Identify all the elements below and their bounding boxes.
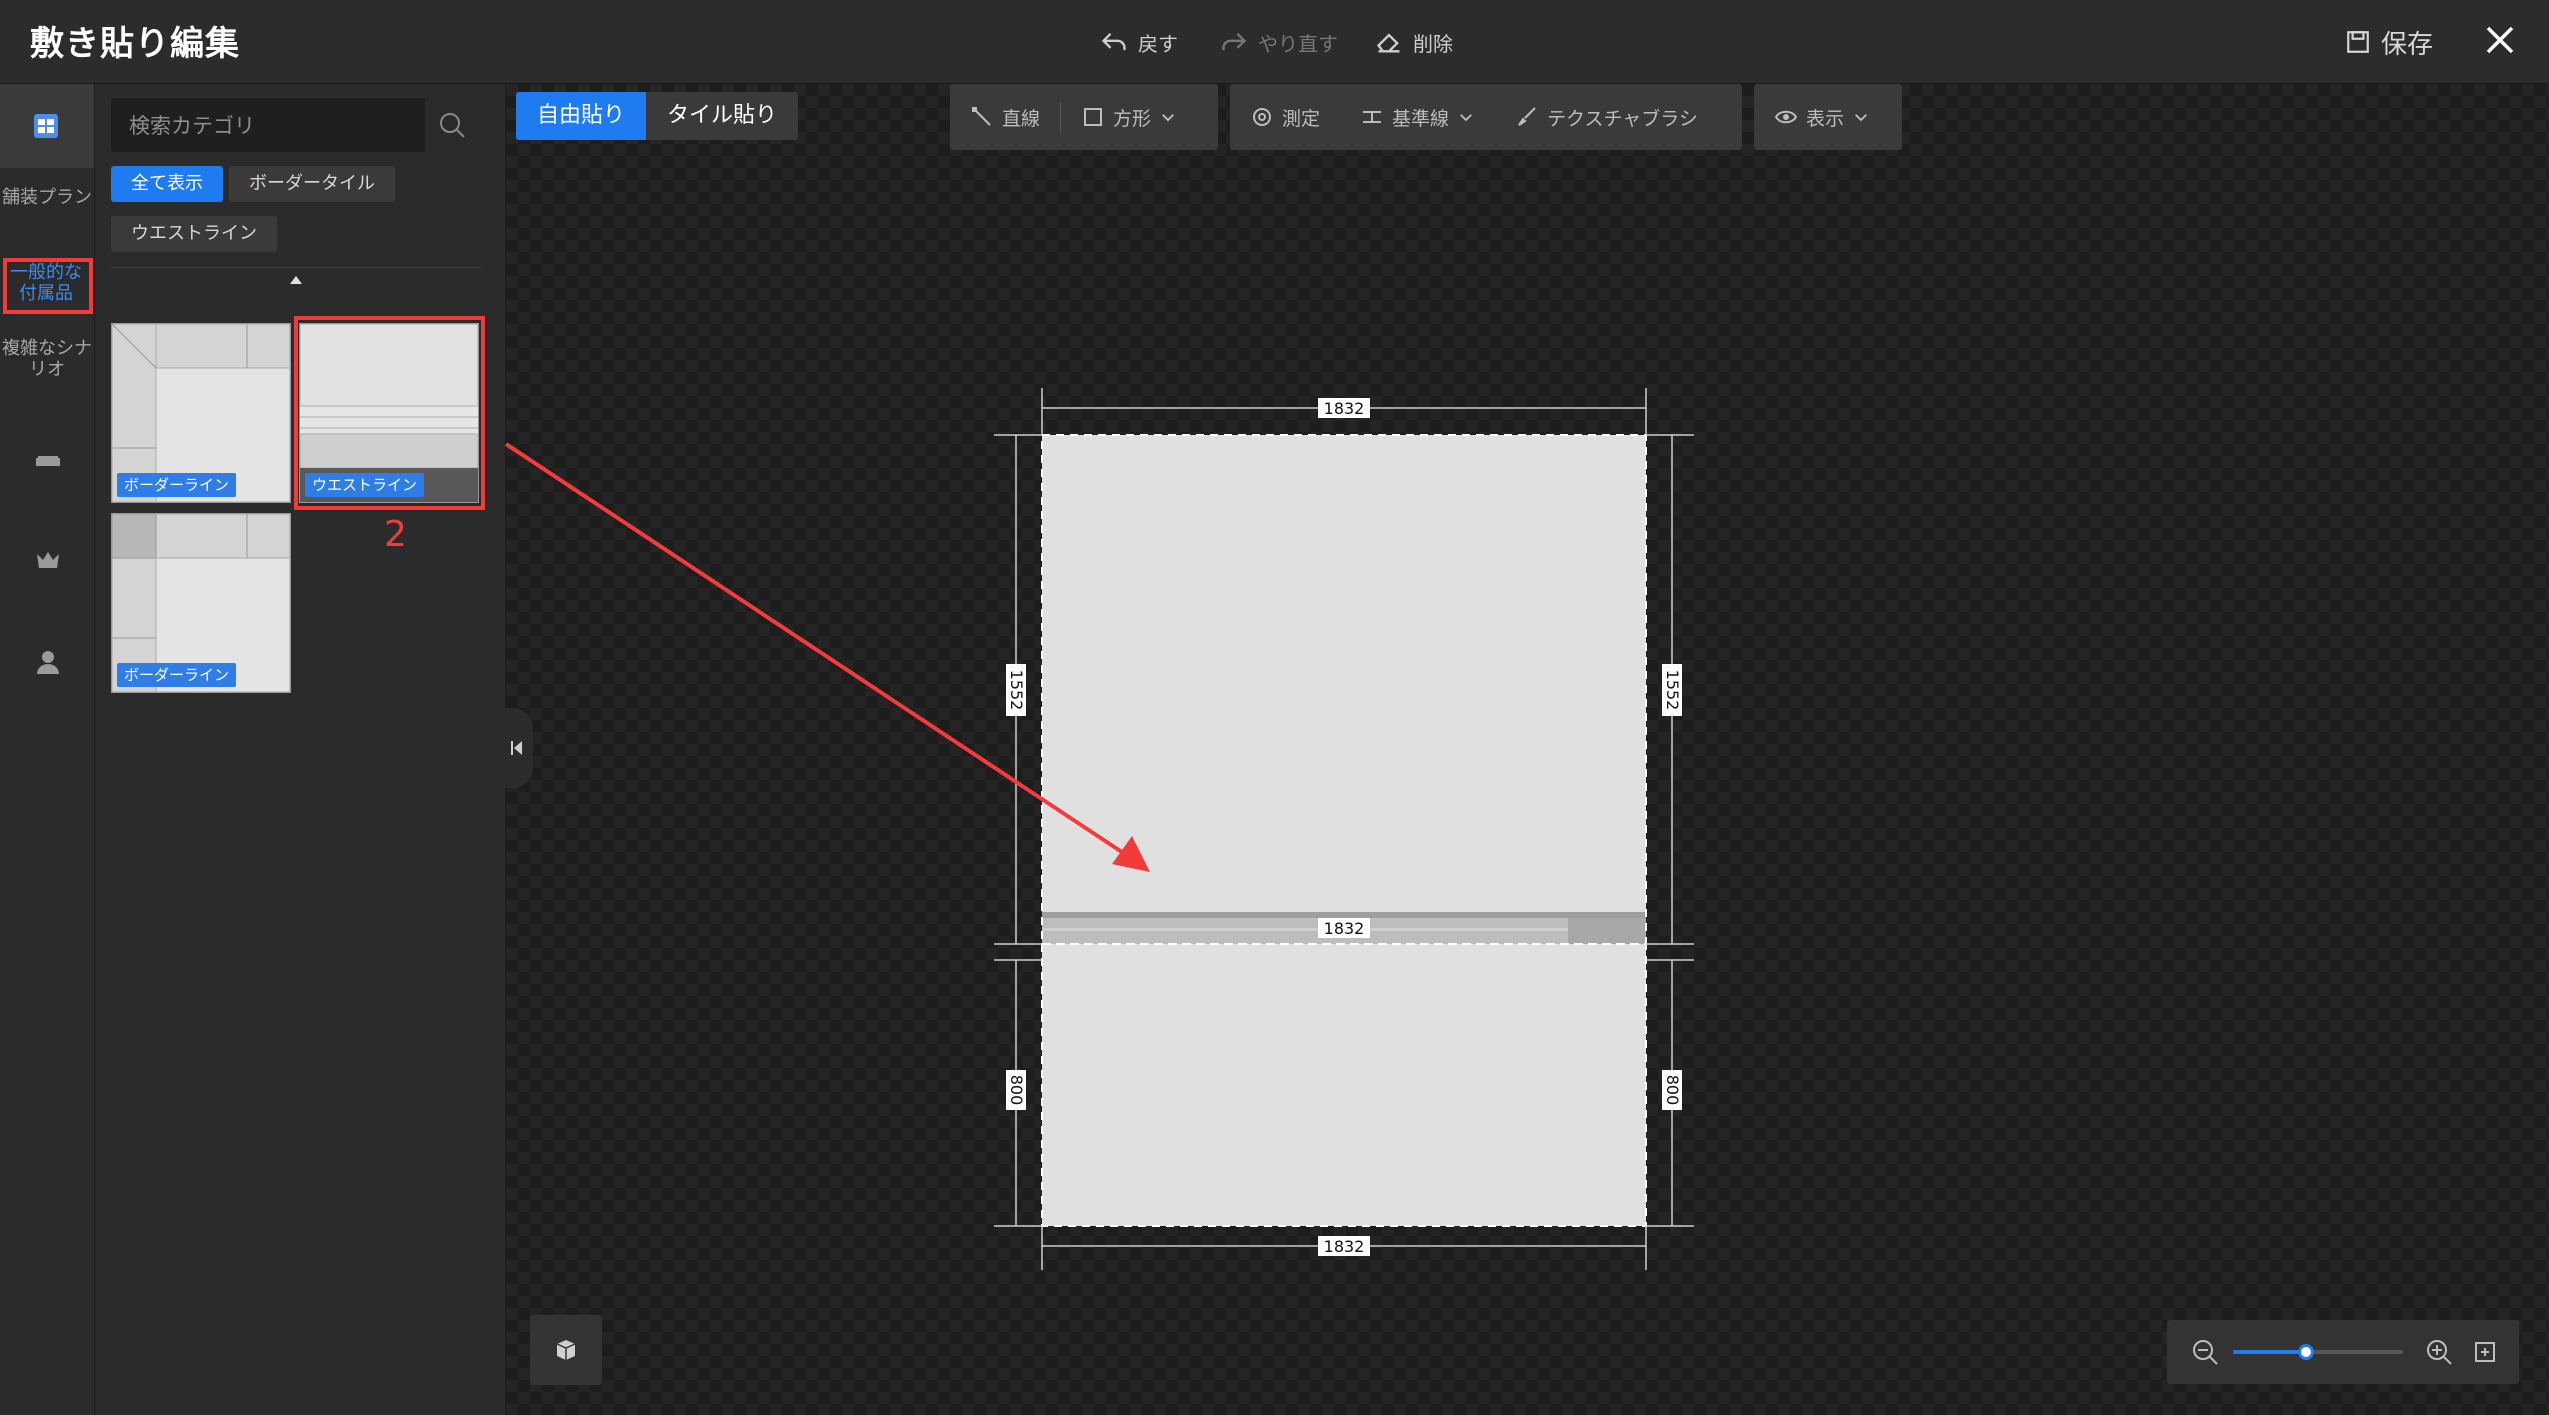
- user-icon[interactable]: [34, 648, 62, 676]
- tab-free-paste[interactable]: 自由貼り: [516, 92, 647, 140]
- measure-icon: [1253, 108, 1271, 126]
- line-tool-label: 直線: [1002, 107, 1041, 130]
- crown-icon[interactable]: [34, 546, 62, 574]
- arrow-shaft: [504, 442, 1142, 866]
- tab-tile-paste[interactable]: タイル貼り: [646, 92, 798, 140]
- search-button[interactable]: [425, 98, 479, 152]
- dim-middle-width: 1832: [1324, 919, 1365, 938]
- dim-upper-right-height: 1552: [1663, 670, 1682, 711]
- delete-button[interactable]: 削除: [1375, 22, 1453, 62]
- dim-lower-right-height: 800: [1663, 1075, 1682, 1106]
- close-button[interactable]: [2478, 18, 2522, 62]
- filter-waistline[interactable]: ウエストライン: [111, 216, 277, 252]
- rectangle-tool-label: 方形: [1113, 107, 1152, 130]
- arrow-head: [1112, 836, 1150, 872]
- thumbnail-border-line-2[interactable]: ボーダーライン: [111, 513, 291, 693]
- thumbnail-label: ボーダーライン: [117, 473, 237, 497]
- undo-button[interactable]: 戻す: [1100, 22, 1178, 62]
- layout-icon: [34, 114, 58, 138]
- eye-icon: [1774, 110, 1798, 124]
- rail-item-paving-plan[interactable]: 舗装プラン: [0, 187, 94, 208]
- zoom-slider[interactable]: [2233, 1344, 2403, 1360]
- chevron-down-icon: [1855, 114, 1867, 122]
- paste-mode-tabs: 自由貼り タイル貼り: [516, 92, 799, 140]
- undo-label: 戻す: [1138, 31, 1178, 56]
- baseline-icon: [1363, 111, 1382, 123]
- chevron-down-icon: [1460, 114, 1472, 122]
- waistline-segment: [1568, 918, 1646, 944]
- chevron-down-icon: [1162, 114, 1174, 122]
- undo-icon: [1101, 33, 1126, 51]
- line-tool[interactable]: 直線: [950, 84, 1060, 150]
- filter-all[interactable]: 全て表示: [111, 166, 223, 202]
- fit-screen-icon[interactable]: [2473, 1340, 2497, 1364]
- delete-label: 削除: [1413, 31, 1453, 56]
- save-icon: [2347, 31, 2369, 53]
- collapse-up-icon[interactable]: [290, 276, 302, 284]
- dim-top-width: 1832: [1324, 399, 1365, 418]
- sofa-icon[interactable]: [34, 446, 62, 474]
- rectangle-tool[interactable]: 方形: [1061, 84, 1197, 150]
- search-input[interactable]: [111, 98, 441, 154]
- brush-icon: [1518, 107, 1536, 126]
- search-box: [111, 98, 479, 154]
- line-icon: [972, 107, 991, 126]
- display-tool[interactable]: 表示: [1754, 84, 1890, 150]
- filter-border-tile[interactable]: ボーダータイル: [229, 166, 395, 202]
- measure-tool[interactable]: 測定: [1230, 84, 1340, 150]
- step-number-2: 2: [384, 514, 407, 555]
- dim-bottom-width: 1832: [1324, 1237, 1365, 1256]
- zoom-slider-fill: [2233, 1350, 2307, 1354]
- zoom-control: [2167, 1320, 2519, 1384]
- guidance-arrow: [504, 442, 1150, 872]
- redo-label: やり直す: [1258, 31, 1338, 56]
- zoom-slider-knob[interactable]: [2298, 1344, 2315, 1360]
- display-tool-label: 表示: [1806, 107, 1845, 130]
- baseline-tool-label: 基準線: [1392, 107, 1450, 130]
- draw-tools-group: 直線 方形: [950, 84, 1218, 150]
- lower-tile-area[interactable]: [1042, 944, 1646, 1226]
- zoom-in-icon[interactable]: [2425, 1338, 2453, 1366]
- thumbnail-border-line-1[interactable]: ボーダーライン: [111, 323, 291, 503]
- search-icon: [440, 113, 465, 138]
- save-label: 保存: [2381, 29, 2434, 60]
- app-title: 敷き貼り編集: [30, 24, 240, 64]
- highlight-box-step1: [3, 258, 93, 314]
- measure-tool-label: 測定: [1282, 107, 1321, 130]
- cube-icon: [556, 1340, 576, 1360]
- panel-divider: [111, 267, 481, 268]
- baseline-tool[interactable]: 基準線: [1340, 84, 1495, 150]
- redo-button[interactable]: やり直す: [1220, 22, 1338, 62]
- close-icon: [2486, 26, 2514, 54]
- highlight-box-step2: [294, 316, 485, 510]
- display-tools-group: 表示: [1754, 84, 1902, 150]
- thumbnail-label: ボーダーライン: [117, 663, 237, 687]
- rail-item-complex-scenario[interactable]: 複雑なシナリオ: [0, 338, 94, 380]
- zoom-out-icon[interactable]: [2191, 1338, 2219, 1366]
- dim-lower-left-height: 800: [1007, 1075, 1026, 1106]
- eraser-icon: [1376, 33, 1400, 53]
- measure-tools-group: 測定 基準線 テクスチャブラシ: [1230, 84, 1742, 150]
- waistline-edge: [1042, 912, 1646, 918]
- texture-brush-tool[interactable]: テクスチャブラシ: [1495, 84, 1718, 150]
- rectangle-icon: [1084, 108, 1103, 126]
- save-button[interactable]: 保存: [2345, 22, 2433, 62]
- texture-brush-label: テクスチャブラシ: [1547, 107, 1698, 130]
- rail-layout-tab[interactable]: [0, 84, 94, 168]
- view-3d-button[interactable]: [530, 1315, 602, 1385]
- redo-icon: [1222, 33, 1247, 51]
